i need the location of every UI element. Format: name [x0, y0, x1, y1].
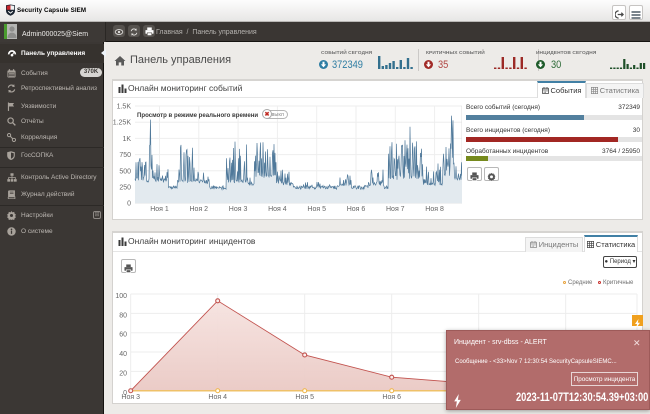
svg-text:Ноя 4: Ноя 4	[268, 206, 287, 213]
svg-text:100: 100	[115, 293, 127, 300]
svg-text:500: 500	[119, 168, 131, 175]
svg-text:Ноя 7: Ноя 7	[386, 206, 405, 213]
svg-text:40: 40	[119, 351, 127, 358]
svg-text:80: 80	[119, 312, 127, 319]
svg-text:60: 60	[119, 332, 127, 339]
svg-text:Ноя 1: Ноя 1	[150, 206, 169, 213]
svg-text:Ноя 6: Ноя 6	[347, 206, 366, 213]
svg-text:1.25K: 1.25K	[113, 120, 131, 127]
svg-text:Ноя 8: Ноя 8	[425, 206, 444, 213]
svg-text:Ноя 5: Ноя 5	[295, 394, 314, 401]
svg-text:Ноя 6: Ноя 6	[382, 394, 401, 401]
svg-text:1.5K: 1.5K	[117, 104, 132, 111]
svg-text:Ноя 5: Ноя 5	[307, 206, 326, 213]
svg-text:Ноя 4: Ноя 4	[208, 394, 227, 401]
svg-text:Ноя 3: Ноя 3	[121, 394, 140, 401]
svg-text:250: 250	[119, 185, 131, 192]
svg-text:20: 20	[119, 370, 127, 377]
svg-text:Ноя 2: Ноя 2	[190, 206, 209, 213]
svg-text:750: 750	[119, 152, 131, 159]
svg-text:Ноя 3: Ноя 3	[229, 206, 248, 213]
svg-text:1K: 1K	[122, 136, 131, 143]
svg-text:0: 0	[127, 201, 131, 208]
